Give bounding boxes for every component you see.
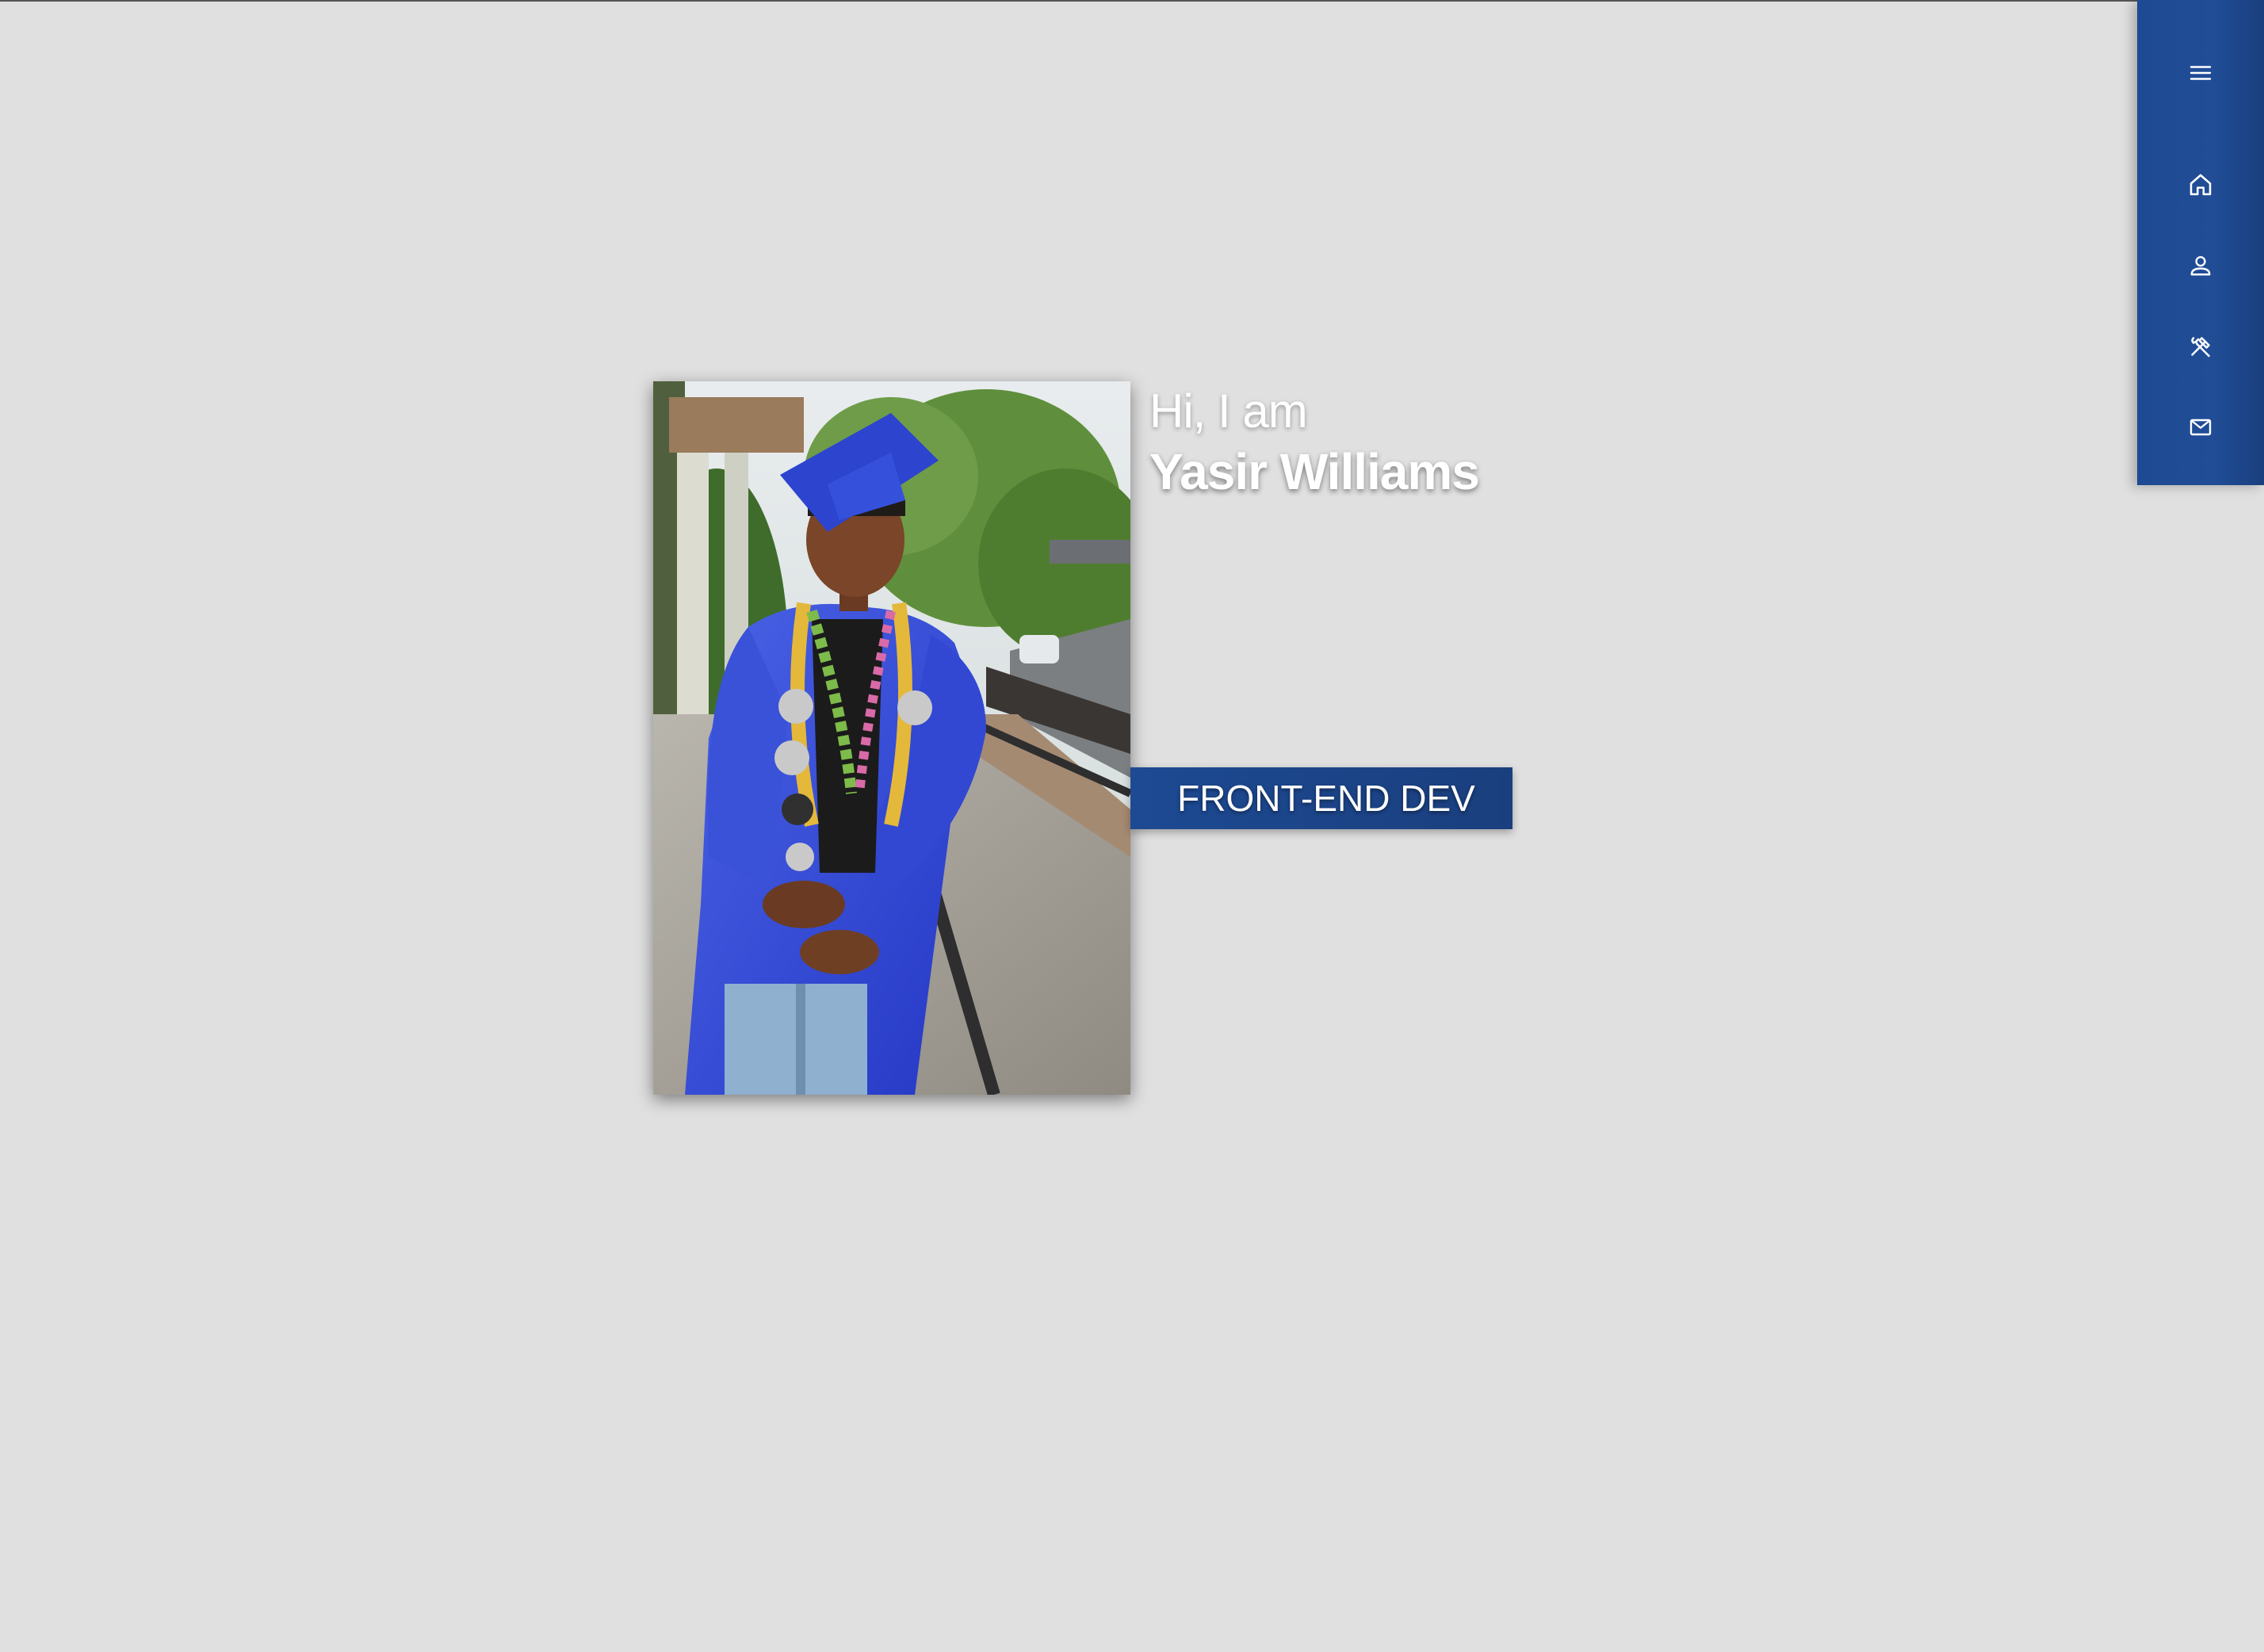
mail-icon [2189,419,2212,436]
tools-icon [2191,337,2210,358]
name-heading: Yasir Williams [1149,443,1480,500]
menu-button[interactable] [2137,41,2264,105]
nav-skills-button[interactable] [2137,315,2264,378]
profile-photo [653,381,1130,1095]
nav-home-button[interactable] [2137,153,2264,216]
top-border [0,0,2264,2]
person-icon [2190,256,2211,276]
home-icon [2189,174,2212,196]
greeting-text: Hi, I am [1149,384,1308,438]
side-navigation [2137,0,2264,485]
nav-about-button[interactable] [2137,234,2264,297]
menu-icon [2189,66,2212,80]
role-badge: FRONT-END DEV [1130,767,1513,829]
role-label: FRONT-END DEV [1177,778,1475,819]
nav-contact-button[interactable] [2137,396,2264,459]
